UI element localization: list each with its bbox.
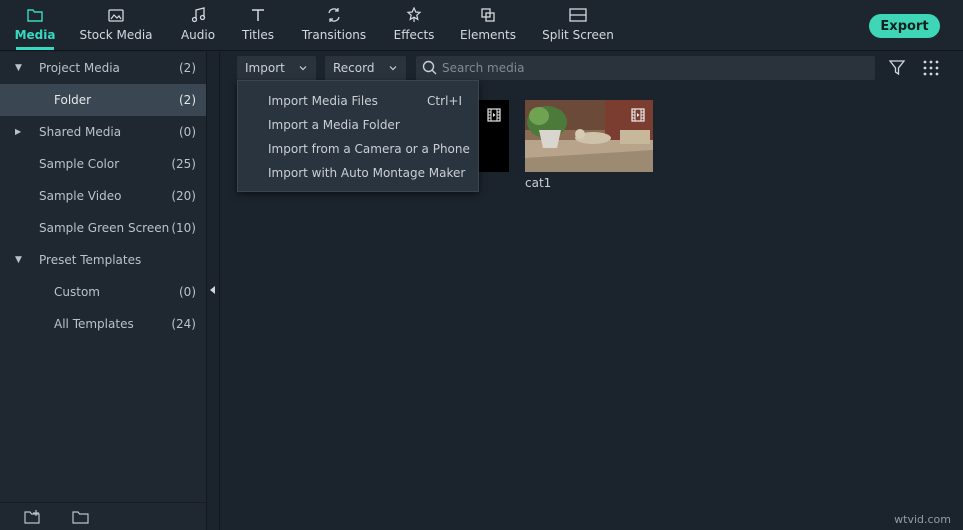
effects-icon bbox=[405, 6, 423, 24]
sidebar-item-count: (10) bbox=[171, 221, 196, 235]
sidebar-footer bbox=[0, 502, 206, 530]
collapse-sidebar-icon[interactable] bbox=[210, 286, 215, 294]
sidebar-item-shared-media[interactable]: ▶ Shared Media (0) bbox=[0, 116, 206, 148]
watermark: wtvid.com bbox=[894, 513, 951, 526]
grid-view-icon[interactable] bbox=[922, 59, 940, 77]
sidebar-item-count: (20) bbox=[171, 189, 196, 203]
menu-item-label: Import with Auto Montage Maker bbox=[268, 166, 466, 180]
import-dropdown[interactable]: Import bbox=[237, 56, 316, 80]
record-dropdown[interactable]: Record bbox=[325, 56, 406, 80]
search-input[interactable] bbox=[442, 56, 862, 80]
video-film-icon bbox=[487, 108, 501, 122]
search-icon bbox=[422, 60, 438, 79]
tab-elements[interactable]: Elements bbox=[460, 4, 516, 50]
tab-stock-media[interactable]: Stock Media bbox=[79, 4, 153, 50]
tab-label: Effects bbox=[393, 28, 435, 42]
text-icon bbox=[249, 6, 267, 24]
import-label: Import bbox=[245, 61, 285, 75]
sidebar-item-label: Sample Color bbox=[39, 157, 120, 171]
tab-titles[interactable]: Titles bbox=[242, 4, 274, 50]
tab-label: Stock Media bbox=[79, 28, 153, 42]
sidebar-item-label: Sample Video bbox=[39, 189, 122, 203]
tab-label: Media bbox=[14, 28, 56, 42]
elements-icon bbox=[479, 6, 497, 24]
sidebar-item-sample-green-screen[interactable]: Sample Green Screen (10) bbox=[0, 212, 206, 244]
sidebar-item-folder[interactable]: Folder (2) bbox=[0, 84, 206, 116]
sidebar-item-count: (2) bbox=[179, 93, 196, 107]
folder-icon[interactable] bbox=[72, 509, 90, 525]
filter-icon[interactable] bbox=[888, 59, 906, 77]
split-screen-icon bbox=[569, 6, 587, 24]
tab-split-screen[interactable]: Split Screen bbox=[542, 4, 614, 50]
tab-label: Transitions bbox=[301, 28, 367, 42]
sidebar-item-label: Preset Templates bbox=[39, 253, 142, 267]
record-label: Record bbox=[333, 61, 375, 75]
menu-item-import-media-folder[interactable]: Import a Media Folder bbox=[238, 113, 478, 137]
tab-effects[interactable]: Effects bbox=[394, 4, 434, 50]
sidebar-item-count: (24) bbox=[171, 317, 196, 331]
tab-label: Audio bbox=[180, 28, 216, 42]
sidebar-item-project-media[interactable]: ▼ Project Media (2) bbox=[0, 52, 206, 84]
folder-icon bbox=[26, 6, 44, 24]
music-note-icon bbox=[189, 6, 207, 24]
top-toolbar: Media Stock Media Audio Titles Transitio… bbox=[0, 0, 963, 51]
sidebar-item-label: All Templates bbox=[54, 317, 134, 331]
chevron-down-icon bbox=[388, 62, 398, 76]
sidebar-item-label: Shared Media bbox=[39, 125, 122, 139]
tab-audio[interactable]: Audio bbox=[181, 4, 215, 50]
tab-transitions[interactable]: Transitions bbox=[301, 4, 367, 50]
menu-item-import-from-camera[interactable]: Import from a Camera or a Phone bbox=[238, 137, 478, 161]
sidebar-item-label: Project Media bbox=[39, 61, 120, 75]
video-film-icon bbox=[631, 108, 645, 122]
sidebar-item-sample-video[interactable]: Sample Video (20) bbox=[0, 180, 206, 212]
sidebar-item-custom[interactable]: Custom (0) bbox=[0, 276, 206, 308]
collapsed-arrow-icon[interactable]: ▶ bbox=[15, 127, 25, 137]
menu-item-import-auto-montage[interactable]: Import with Auto Montage Maker bbox=[238, 161, 478, 185]
sidebar: ▼ Project Media (2) Folder (2) ▶ Shared … bbox=[0, 52, 206, 530]
sidebar-item-count: (0) bbox=[179, 285, 196, 299]
sidebar-item-count: (25) bbox=[171, 157, 196, 171]
menu-item-label: Import from a Camera or a Phone bbox=[268, 142, 470, 156]
import-menu: Import Media Files Ctrl+I Import a Media… bbox=[237, 80, 479, 192]
stock-media-icon bbox=[107, 6, 125, 24]
tab-label: Elements bbox=[460, 28, 516, 42]
menu-item-import-media-files[interactable]: Import Media Files Ctrl+I bbox=[238, 89, 478, 113]
sidebar-item-label: Sample Green Screen bbox=[39, 221, 170, 235]
export-button[interactable]: Export bbox=[869, 14, 940, 38]
transitions-icon bbox=[325, 6, 343, 24]
menu-item-shortcut: Ctrl+I bbox=[427, 94, 462, 108]
sidebar-item-label: Folder bbox=[54, 93, 92, 107]
sidebar-item-count: (0) bbox=[179, 125, 196, 139]
menu-item-label: Import a Media Folder bbox=[268, 118, 400, 132]
expanded-arrow-icon[interactable]: ▼ bbox=[15, 63, 25, 73]
media-thumbnail-cat1[interactable] bbox=[525, 100, 653, 172]
media-label: cat1 bbox=[525, 176, 552, 190]
sidebar-item-preset-templates[interactable]: ▼ Preset Templates bbox=[0, 244, 206, 276]
sidebar-item-count: (2) bbox=[179, 61, 196, 75]
tab-media[interactable]: Media bbox=[14, 4, 56, 50]
menu-item-label: Import Media Files bbox=[268, 94, 378, 108]
chevron-down-icon bbox=[298, 62, 308, 76]
new-folder-icon[interactable] bbox=[24, 509, 42, 525]
tab-label: Split Screen bbox=[542, 28, 614, 42]
expanded-arrow-icon[interactable]: ▼ bbox=[15, 255, 25, 265]
search-box[interactable] bbox=[416, 56, 875, 80]
sidebar-item-sample-color[interactable]: Sample Color (25) bbox=[0, 148, 206, 180]
sidebar-item-label: Custom bbox=[54, 285, 100, 299]
sidebar-item-all-templates[interactable]: All Templates (24) bbox=[0, 308, 206, 340]
tab-label: Titles bbox=[242, 28, 274, 42]
